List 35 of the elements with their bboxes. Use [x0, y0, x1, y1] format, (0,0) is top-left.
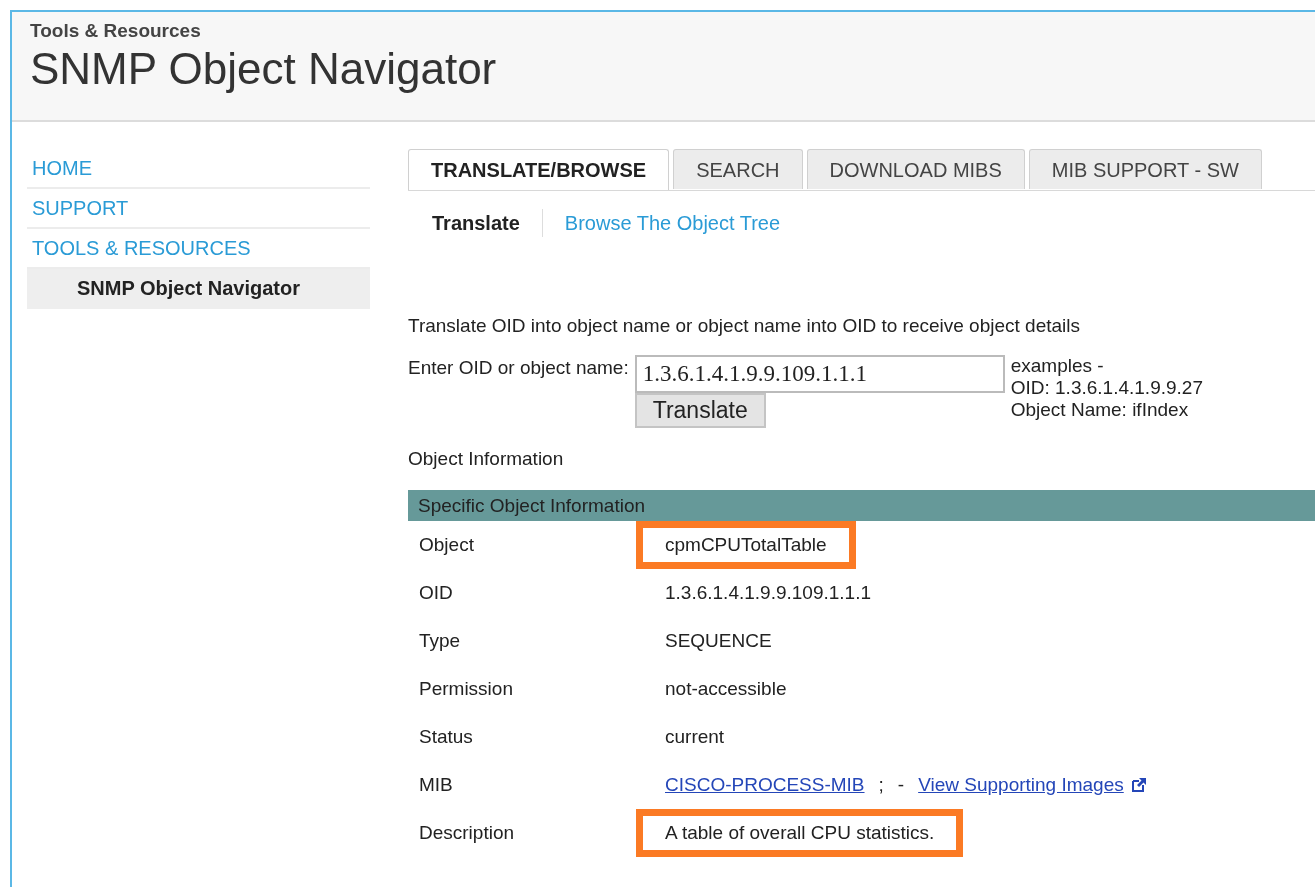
- row-label: Status: [418, 726, 474, 748]
- table-header: Specific Object Information: [408, 490, 1315, 521]
- example-text: OID: 1.3.6.1.4.1.9.9.27: [1010, 377, 1203, 399]
- field-label: Enter OID or object name:: [408, 357, 629, 380]
- row-label: MIB: [418, 774, 454, 796]
- tab[interactable]: TRANSLATE/BROWSE: [408, 149, 670, 190]
- row-label: Description: [418, 822, 516, 844]
- row-label: Object: [418, 534, 475, 556]
- value-text: 1.3.6.1.4.1.9.9.109.1.1.1: [665, 582, 871, 604]
- external-link-icon: [1129, 776, 1148, 794]
- section-label: Object Information: [408, 448, 565, 470]
- row-label: OID: [418, 582, 454, 604]
- example-text: Object Name: ifIndex: [1010, 399, 1190, 421]
- value-text: cpmCPUTotalTable: [665, 534, 827, 556]
- row-label: Type: [418, 630, 462, 652]
- section-eyebrow: Tools & Resources: [30, 20, 202, 42]
- intro-text: Translate OID into object name or object name into OID to receive object details: [408, 315, 1081, 337]
- value-text: not-accessible: [665, 678, 787, 700]
- subtab-link[interactable]: Translate: [432, 211, 520, 235]
- value-text: current: [665, 726, 725, 748]
- example-text: examples -: [1010, 355, 1105, 377]
- value-text: ;: [878, 774, 884, 796]
- sidebar-item[interactable]: SNMP Object Navigator: [27, 269, 370, 309]
- mib-link[interactable]: CISCO-PROCESS-MIB: [665, 774, 865, 796]
- page-title: SNMP Object Navigator: [30, 44, 498, 94]
- value-text: -: [897, 774, 905, 796]
- value-text: A table of overall CPU statistics.: [665, 822, 935, 844]
- row-label: Permission: [418, 678, 514, 700]
- tab[interactable]: SEARCH: [673, 149, 803, 189]
- tab[interactable]: MIB SUPPORT - SW: [1028, 149, 1262, 189]
- value-text: SEQUENCE: [665, 630, 772, 652]
- translate-button[interactable]: Translate: [634, 393, 766, 428]
- oid-input-field[interactable]: 1.3.6.1.4.1.9.9.109.1.1.1: [634, 355, 1005, 393]
- tab[interactable]: DOWNLOAD MIBS: [806, 149, 1025, 189]
- supporting-images-link[interactable]: View Supporting Images: [918, 774, 1148, 796]
